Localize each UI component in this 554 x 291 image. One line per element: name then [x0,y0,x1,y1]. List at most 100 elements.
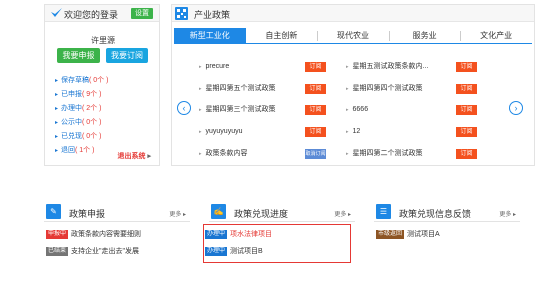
bullet-icon: ▸ [346,151,349,157]
status-item-returned[interactable]: ▸ 退回( 1个 ) [55,144,108,158]
bird-logo-icon [51,8,62,17]
policy-link[interactable]: ▸ 星期四第四个测试政策 [346,84,423,94]
policy-link-label: yuyuyuyuyu [205,128,243,135]
login-header: 欢迎您的登录 设置 [45,5,159,22]
username: 许里源 [91,36,115,45]
chevron-right-icon: › [514,103,518,113]
welcome-text: 欢迎您的登录 [64,10,119,20]
my-subscribe-button[interactable]: 我要订阅 [106,48,148,63]
list-item[interactable]: 市级返回 测试项目A [376,230,440,240]
policy-link[interactable]: ▸ 星期四第二个测试政策 [346,149,423,159]
status-badge: 申报中 [46,230,69,239]
status-item-public[interactable]: ▸ 公示中( 0个 ) [55,116,108,130]
login-panel: 欢迎您的登录 设置 许里源 我要申报 我要订阅 ▸ 保存草稿( 0个 ) ▸ 已申报… [44,4,160,166]
highlight-annotation-box [203,224,351,263]
settings-button[interactable]: 设置 [131,8,153,19]
bullet-icon: ▸ [55,120,59,126]
qr-code-icon [175,7,188,20]
bullet-icon: ▸ [55,148,59,154]
subscribe-button[interactable]: 订阅 [305,127,326,137]
tab-new-industrialization[interactable]: 新型工业化 [174,28,246,43]
status-label: 退回 [61,147,76,154]
bullet-icon: ▸ [346,107,349,113]
bullet-icon: ▸ [55,92,59,98]
policy-link[interactable]: ▸ precure [199,62,229,72]
subscribe-button[interactable]: 订阅 [456,105,477,115]
more-link[interactable]: 更多 ▸ [334,209,351,218]
subscribe-button[interactable]: 订阅 [456,84,477,94]
chevron-left-icon: ‹ [182,103,186,113]
status-count: ( 1个 ) [75,147,95,154]
policy-tabs: 新型工业化 自主创新 现代农业 服务业 文化产业 [174,28,532,44]
document-edit-icon: ✍ [211,204,226,219]
subscribe-button[interactable]: 订阅 [305,62,326,72]
policy-link-label: 星期五测试政策条款内... [352,63,429,70]
progress-title: 政策兑现进度 [234,209,289,219]
subscribe-button[interactable]: 订阅 [305,84,326,94]
policy-declare-panel: ✎ 政策申报 更多 ▸ 申报中 政策条款内容需要细则 已结束 支持企业"走出去"发展 [44,204,190,264]
document-icon: ☰ [376,204,391,219]
status-count: ( 9个 ) [82,91,102,98]
list-item-label: 政策条款内容需要细则 [71,231,142,238]
subscribe-button[interactable]: 订阅 [456,149,477,159]
status-badge: 市级返回 [376,230,405,239]
status-label: 保存草稿 [61,77,90,84]
declare-title: 政策申报 [69,209,106,219]
status-badge: 已结束 [46,247,69,256]
status-list: ▸ 保存草稿( 0个 ) ▸ 已申报( 9个 ) ▸ 办理中( 2个 ) ▸ 公示中( … [55,74,108,158]
policy-link[interactable]: ▸ 星期五测试政策条款内... [346,62,428,72]
logout-link[interactable]: 退出系统 ▸ [117,151,151,161]
bullet-icon: ▸ [199,107,202,113]
policy-link[interactable]: ▸ 6666 [346,105,368,115]
status-item-processing[interactable]: ▸ 办理中( 2个 ) [55,102,108,116]
policy-link-label: 12 [352,128,361,135]
logout-label: 退出系统 [117,153,146,160]
bullet-icon: ▸ [199,129,202,135]
policy-link[interactable]: ▸ 12 [346,127,360,137]
bullet-icon: ▸ [55,78,59,84]
tab-modern-agriculture[interactable]: 现代农业 [317,28,389,43]
bullet-icon: ▸ [199,86,202,92]
feedback-title: 政策兑现信息反馈 [399,209,472,219]
tab-independent-innovation[interactable]: 自主创新 [246,28,318,43]
status-item-fulfilled[interactable]: ▸ 已兑现( 0个 ) [55,130,108,144]
policy-link[interactable]: ▸ yuyuyuyuyu [199,127,242,137]
feedback-header: ☰ 政策兑现信息反馈 更多 ▸ [374,204,520,222]
fulfillment-feedback-panel: ☰ 政策兑现信息反馈 更多 ▸ 市级返回 测试项目A [374,204,520,264]
more-link[interactable]: 更多 ▸ [169,209,186,218]
bullet-icon: ▸ [199,151,202,157]
bullet-icon: ▸ [346,64,349,70]
tab-cultural-industry[interactable]: 文化产业 [460,28,532,43]
bullet-icon: ▸ [55,106,59,112]
industry-policy-panel: 产业政策 新型工业化 自主创新 现代农业 服务业 文化产业 ‹ › ▸ precu… [171,4,535,166]
policy-link[interactable]: ▸ 星期四第五个测试政策 [199,84,276,94]
list-item[interactable]: 申报中 政策条款内容需要细则 [46,230,141,240]
unsubscribe-button[interactable]: 取消订阅 [305,149,326,159]
status-count: ( 0个 ) [82,133,102,140]
progress-header: ✍ 政策兑现进度 更多 ▸ [209,204,355,222]
tab-service-industry[interactable]: 服务业 [388,28,461,43]
policy-link[interactable]: ▸ 政策条款内容 [199,149,248,159]
status-label: 已兑现 [61,133,83,140]
policy-title: 产业政策 [194,10,231,20]
edit-icon: ✎ [46,204,61,219]
policy-link-label: precure [205,63,230,70]
bullet-icon: ▸ [346,86,349,92]
status-item-declared[interactable]: ▸ 已申报( 9个 ) [55,88,108,102]
list-item[interactable]: 已结束 支持企业"走出去"发展 [46,247,139,257]
status-label: 办理中 [61,105,83,112]
next-arrow-button[interactable]: › [509,101,523,115]
more-link[interactable]: 更多 ▸ [499,209,516,218]
subscribe-button[interactable]: 订阅 [456,127,477,137]
status-count: ( 2个 ) [82,105,102,112]
policy-link-label: 星期四第四个测试政策 [352,85,423,92]
declare-button[interactable]: 我要申报 [57,48,100,63]
status-count: ( 0个 ) [82,119,102,126]
subscribe-button[interactable]: 订阅 [305,105,326,115]
policy-link-label: 星期四第三个测试政策 [205,106,276,113]
status-item-draft[interactable]: ▸ 保存草稿( 0个 ) [55,74,108,88]
list-item-label: 支持企业"走出去"发展 [71,248,139,255]
prev-arrow-button[interactable]: ‹ [177,101,191,115]
subscribe-button[interactable]: 订阅 [456,62,477,72]
policy-link[interactable]: ▸ 星期四第三个测试政策 [199,105,276,115]
